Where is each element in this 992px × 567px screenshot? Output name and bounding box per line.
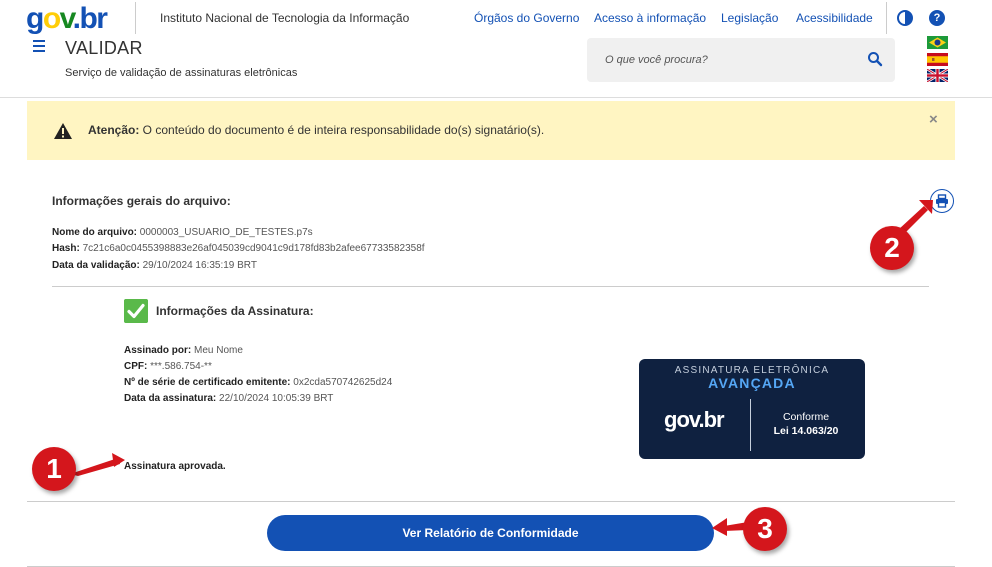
attention-alert: Atenção: O conteúdo do documento é de in…: [27, 101, 955, 160]
validation-date-row: Data da validação: 29/10/2024 16:35:19 B…: [52, 260, 257, 271]
field-label: Assinado por:: [124, 345, 192, 356]
hash-value: 7c21c6a0c0455398883e26af045039cd9041c9d1…: [82, 243, 425, 254]
link-orgaos-governo[interactable]: Órgãos do Governo: [474, 11, 579, 25]
field-label: Hash:: [52, 243, 80, 254]
field-label: Data da validação:: [52, 260, 140, 271]
search-icon[interactable]: [867, 51, 883, 67]
signed-by-value: Meu Nome: [194, 345, 243, 356]
menu-icon[interactable]: [33, 40, 45, 52]
flag-uk-icon[interactable]: [927, 69, 948, 82]
close-icon[interactable]: ×: [929, 111, 938, 128]
govbr-logo[interactable]: gov.br: [26, 2, 108, 36]
app-subtitle: Serviço de validação de assinaturas elet…: [65, 67, 298, 79]
link-legislacao[interactable]: Legislação: [721, 11, 778, 25]
annotation-marker-1: 1: [32, 447, 76, 491]
badge-level: AVANÇADA: [708, 375, 796, 391]
alert-label: Atenção:: [88, 123, 140, 137]
file-name-value: 0000003_USUARIO_DE_TESTES.p7s: [139, 227, 313, 238]
signature-date-row: Data da assinatura: 22/10/2024 10:05:39 …: [124, 393, 333, 404]
alert-message: Atenção: O conteúdo do documento é de in…: [88, 123, 544, 137]
header-divider-2: [886, 2, 887, 34]
divider: [52, 286, 929, 287]
search-box: [587, 38, 895, 82]
annotation-marker-2: 2: [870, 226, 914, 270]
file-info-title: Informações gerais do arquivo:: [52, 194, 231, 208]
cpf-row: CPF: ***.586.754-**: [124, 361, 212, 372]
page: gov.br Instituto Nacional de Tecnologia …: [0, 0, 992, 567]
cert-serial-row: Nº de série de certificado emitente: 0x2…: [124, 377, 392, 388]
divider: [27, 501, 955, 502]
hash-row: Hash: 7c21c6a0c0455398883e26af045039cd90…: [52, 243, 425, 254]
flag-brazil-icon[interactable]: [927, 36, 948, 49]
printer-icon: [936, 194, 948, 208]
link-acesso-informacao[interactable]: Acesso à informação: [594, 11, 706, 25]
badge-govbr-logo: gov.br: [664, 407, 725, 432]
contrast-icon[interactable]: [897, 10, 913, 26]
field-label: Data da assinatura:: [124, 393, 217, 404]
badge-law: Lei 14.063/20: [773, 425, 839, 437]
flag-spain-icon[interactable]: [927, 53, 948, 66]
view-compliance-report-button[interactable]: Ver Relatório de Conformidade: [267, 515, 714, 551]
signature-status: Assinatura aprovada.: [124, 461, 226, 472]
field-label: Nome do arquivo:: [52, 227, 138, 238]
warning-icon: [54, 123, 72, 139]
help-icon[interactable]: ?: [929, 10, 945, 26]
field-label: Nº de série de certificado emitente:: [124, 377, 291, 388]
cert-serial-value: 0x2cda570742625d24: [293, 377, 393, 388]
cpf-value: ***.586.754-**: [150, 361, 212, 372]
signature-date-value: 22/10/2024 10:05:39 BRT: [219, 393, 334, 404]
alert-text: O conteúdo do documento é de inteira res…: [139, 123, 545, 137]
annotation-1-arrow: [70, 453, 125, 476]
advanced-signature-badge: ASSINATURA ELETRÔNICA AVANÇADA gov.br Co…: [639, 359, 865, 459]
org-name: Instituto Nacional de Tecnologia da Info…: [160, 11, 410, 25]
header: gov.br Instituto Nacional de Tecnologia …: [0, 0, 992, 98]
field-label: CPF:: [124, 361, 148, 372]
checkmark-icon: [124, 299, 148, 323]
file-name-row: Nome do arquivo: 0000003_USUARIO_DE_TEST…: [52, 227, 313, 238]
signed-by-row: Assinado por: Meu Nome: [124, 345, 243, 356]
signature-info-title: Informações da Assinatura:: [156, 304, 314, 318]
app-title: VALIDAR: [65, 38, 143, 58]
header-divider: [135, 2, 136, 34]
validation-date-value: 29/10/2024 16:35:19 BRT: [142, 260, 257, 271]
link-acessibilidade[interactable]: Acessibilidade: [796, 11, 873, 25]
badge-conformity: Conforme: [782, 411, 830, 423]
annotation-marker-3: 3: [743, 507, 787, 551]
search-input[interactable]: [605, 52, 845, 68]
